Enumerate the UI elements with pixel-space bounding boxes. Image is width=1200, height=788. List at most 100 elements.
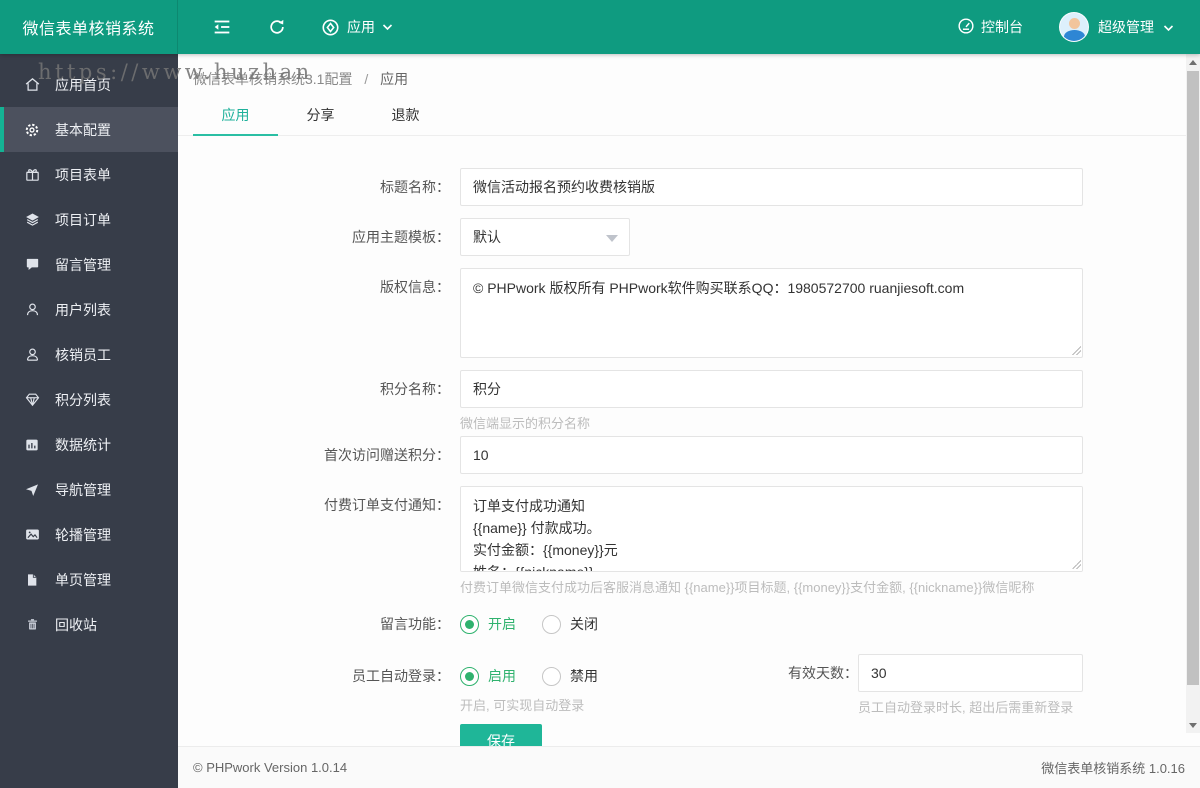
sidebar-item-navigation[interactable]: 导航管理 xyxy=(0,467,178,512)
auto-login-hint: 开启, 可实现自动登录 xyxy=(460,698,585,713)
select-arrow-icon xyxy=(606,235,618,242)
carousel-image-icon xyxy=(23,526,41,544)
config-tabs: 应用 分享 退款 xyxy=(178,95,1186,136)
radio-circle-icon xyxy=(460,666,479,686)
theme-select[interactable]: 默认 xyxy=(460,218,630,256)
refresh-icon xyxy=(267,17,287,37)
breadcrumb-current: 应用 xyxy=(380,71,409,87)
radio-circle-icon xyxy=(542,614,561,634)
brand-title: 微信表单核销系统 xyxy=(0,0,178,54)
first-visit-points-input[interactable] xyxy=(460,436,1083,474)
pay-notice-hint: 付费订单微信支付成功后客服消息通知 {{name}}项目标题, {{money}… xyxy=(460,580,1035,595)
chevron-down-icon xyxy=(382,23,393,31)
vertical-scrollbar[interactable] xyxy=(1186,54,1200,733)
sidebar-item-basic-config[interactable]: 基本配置 xyxy=(0,107,178,152)
app-config-form: 标题名称： 应用主题模板： 默认 版权信息： © PHPwork 版权所有 PH… xyxy=(178,136,1200,758)
sidebar-item-label: 单页管理 xyxy=(55,571,111,588)
gauge-icon xyxy=(957,17,975,38)
title-row: 标题名称： xyxy=(178,168,1200,206)
auto-login-label: 员工自动登录： xyxy=(352,668,450,684)
radio-label: 关闭 xyxy=(570,616,598,632)
user-menu[interactable]: 超级管理 xyxy=(1037,0,1180,54)
sidebar-item-label: 基本配置 xyxy=(55,121,111,138)
comment-icon xyxy=(23,256,41,274)
points-name-hint: 微信端显示的积分名称 xyxy=(460,416,591,431)
sidebar-item-verify-staff[interactable]: 核销员工 xyxy=(0,332,178,377)
refresh-button[interactable] xyxy=(250,0,304,54)
copyright-textarea[interactable]: © PHPwork 版权所有 PHPwork软件购买联系QQ：198057270… xyxy=(460,268,1083,358)
points-name-row: 积分名称： 微信端显示的积分名称 xyxy=(178,370,1200,432)
sidebar-item-statistics[interactable]: 数据统计 xyxy=(0,422,178,467)
radio-circle-icon xyxy=(542,666,561,686)
valid-days-input[interactable] xyxy=(858,654,1083,692)
page-footer: © PHPwork Version 1.0.14 微信表单核销系统 1.0.16 xyxy=(178,746,1200,788)
radio-label: 禁用 xyxy=(570,668,598,684)
scrollbar-down-arrow[interactable] xyxy=(1186,717,1200,733)
sidebar-nav: 应用首页 基本配置 项目表单 项目订单 留言管理 用户列表 核销员工 积分列表 … xyxy=(0,54,178,788)
tab-app[interactable]: 应用 xyxy=(193,95,278,136)
console-label: 控制台 xyxy=(981,19,1023,35)
message-feature-row: 留言功能： 开启 关闭 xyxy=(178,610,1200,638)
main-content: 微信表单核销系统3.1配置 / 应用 应用 分享 退款 标题名称： 应用主题模板… xyxy=(178,54,1200,788)
user-name: 超级管理 xyxy=(1098,19,1154,35)
points-name-label: 积分名称： xyxy=(380,381,450,397)
theme-label: 应用主题模板： xyxy=(352,229,450,245)
message-off-radio[interactable]: 关闭 xyxy=(542,614,598,634)
page-icon xyxy=(23,571,41,589)
tab-share[interactable]: 分享 xyxy=(278,95,363,135)
radio-label: 启用 xyxy=(488,668,516,684)
auto-login-disable-radio[interactable]: 禁用 xyxy=(542,666,598,686)
theme-select-value: 默认 xyxy=(473,229,501,245)
app-menu-dropdown[interactable]: 应用 xyxy=(304,0,410,54)
sidebar-item-label: 积分列表 xyxy=(55,391,111,408)
scrollbar-thumb[interactable] xyxy=(1187,71,1199,685)
sidebar-item-app-home[interactable]: 应用首页 xyxy=(0,62,178,107)
sidebar-item-label: 核销员工 xyxy=(55,346,111,363)
auto-login-row: 员工自动登录： 启用 禁用 开启, 可实现自动登录 有效天数： 员工 xyxy=(178,654,1200,715)
console-button[interactable]: 控制台 xyxy=(943,0,1037,54)
chevron-down-icon xyxy=(1163,19,1174,35)
points-name-input[interactable] xyxy=(460,370,1083,408)
valid-days-label: 有效天数： xyxy=(788,665,858,681)
sidebar-item-label: 用户列表 xyxy=(55,301,111,318)
tab-refund[interactable]: 退款 xyxy=(363,95,448,135)
breadcrumb: 微信表单核销系统3.1配置 / 应用 xyxy=(178,54,1200,95)
layers-icon xyxy=(23,211,41,229)
footer-version-right: 微信表单核销系统 1.0.16 xyxy=(1041,761,1185,776)
gift-icon xyxy=(23,166,41,184)
title-label: 标题名称： xyxy=(380,179,450,195)
sidebar-item-project-orders[interactable]: 项目订单 xyxy=(0,197,178,242)
collapse-sidebar-button[interactable] xyxy=(194,0,250,54)
footer-version-left: © PHPwork Version 1.0.14 xyxy=(193,760,348,775)
sidebar-item-label: 回收站 xyxy=(55,616,97,633)
sidebar-item-recycle-bin[interactable]: 回收站 xyxy=(0,602,178,647)
gem-icon xyxy=(23,391,41,409)
chart-icon xyxy=(23,436,41,454)
trash-icon xyxy=(23,616,41,634)
valid-days-group: 有效天数： 员工自动登录时长, 超出后需重新登录 xyxy=(778,654,1088,716)
title-input[interactable] xyxy=(460,168,1083,206)
message-feature-label: 留言功能： xyxy=(380,616,450,632)
copyright-label: 版权信息： xyxy=(380,279,450,295)
first-visit-points-label: 首次访问赠送积分： xyxy=(324,447,450,463)
pay-notice-label: 付费订单支付通知： xyxy=(324,497,450,513)
pay-notice-textarea[interactable]: 订单支付成功通知 {{name}} 付款成功。 实付金额：{{money}}元 … xyxy=(460,486,1083,572)
scrollbar-up-arrow[interactable] xyxy=(1186,54,1200,70)
sidebar-item-label: 应用首页 xyxy=(55,76,111,93)
breadcrumb-trail[interactable]: 微信表单核销系统3.1配置 xyxy=(193,71,352,87)
sidebar-item-user-list[interactable]: 用户列表 xyxy=(0,287,178,332)
staff-icon xyxy=(23,346,41,364)
breadcrumb-separator: / xyxy=(364,71,369,87)
sidebar-item-carousel[interactable]: 轮播管理 xyxy=(0,512,178,557)
sidebar-item-label: 留言管理 xyxy=(55,256,111,273)
sidebar-item-label: 项目订单 xyxy=(55,211,111,228)
auto-login-enable-radio[interactable]: 启用 xyxy=(460,666,516,686)
message-on-radio[interactable]: 开启 xyxy=(460,614,516,634)
valid-days-hint: 员工自动登录时长, 超出后需重新登录 xyxy=(858,700,1074,715)
sidebar-item-single-page[interactable]: 单页管理 xyxy=(0,557,178,602)
sidebar-item-messages[interactable]: 留言管理 xyxy=(0,242,178,287)
pay-notice-row: 付费订单支付通知： 订单支付成功通知 {{name}} 付款成功。 实付金额：{… xyxy=(178,486,1200,596)
sidebar-item-project-forms[interactable]: 项目表单 xyxy=(0,152,178,197)
app-menu-label: 应用 xyxy=(347,19,375,35)
sidebar-item-points-list[interactable]: 积分列表 xyxy=(0,377,178,422)
